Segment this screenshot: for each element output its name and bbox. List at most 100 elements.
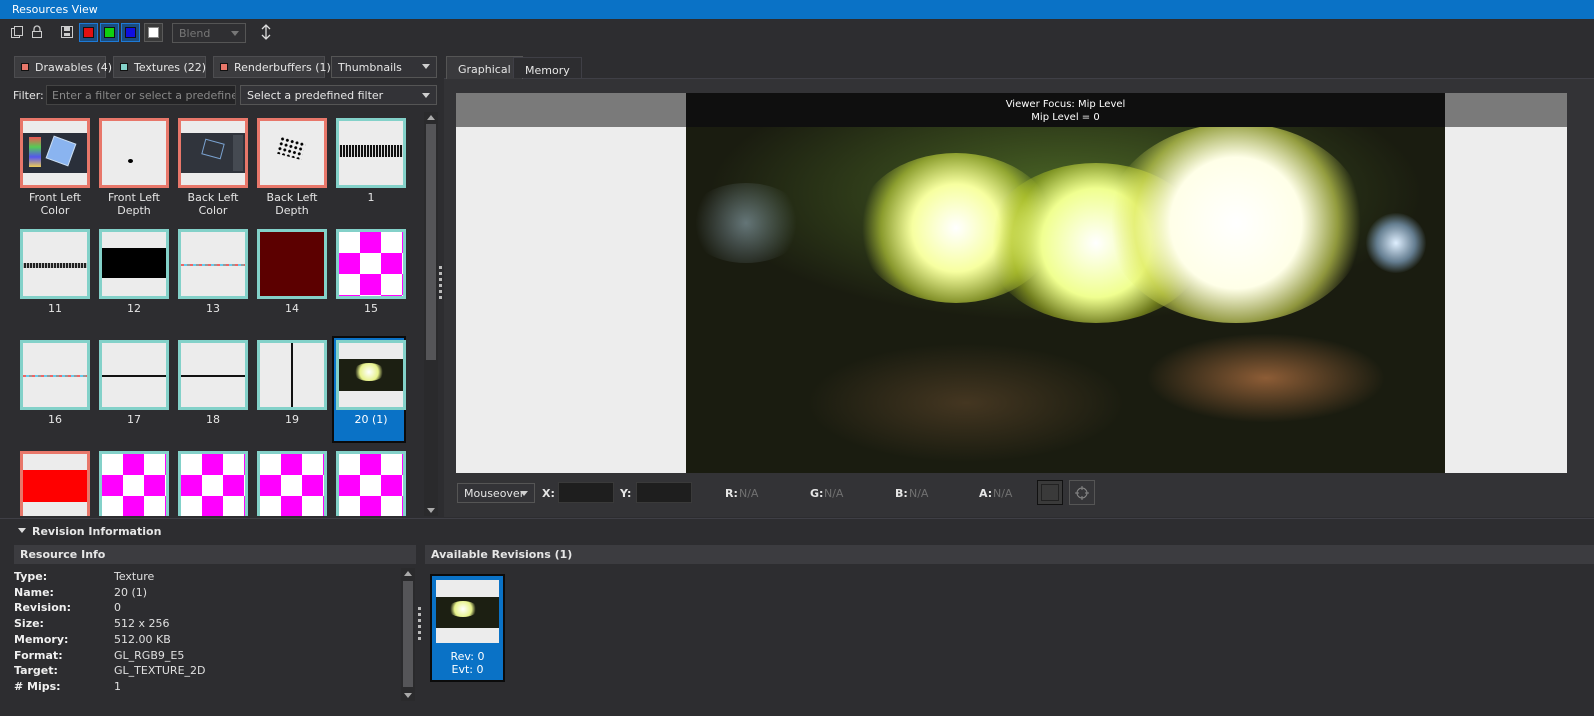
r-label: R: <box>725 487 738 500</box>
resource-thumbnail[interactable] <box>336 118 406 188</box>
y-label: Y: <box>620 487 632 500</box>
resource-thumbnail[interactable] <box>178 229 248 299</box>
resource-thumbnail[interactable] <box>257 340 327 410</box>
thumbnail-image <box>339 343 403 407</box>
blend-dropdown-value: Blend <box>179 27 211 40</box>
red-channel-icon[interactable] <box>79 23 98 42</box>
collapse-arrow-icon[interactable] <box>18 528 26 533</box>
resource-info-title: Resource Info <box>20 548 106 561</box>
resource-thumbnail[interactable] <box>178 451 248 516</box>
thumbnail-label: 16 <box>48 413 62 426</box>
info-scroll-up-icon[interactable] <box>404 571 412 576</box>
renderbuffers-label: Renderbuffers (1) <box>234 61 331 74</box>
thumbnail-image <box>102 343 166 407</box>
info-field-label: # Mips: <box>14 679 61 693</box>
renderbuffers-filter-button[interactable]: Renderbuffers (1) <box>213 56 331 78</box>
y-coordinate-field[interactable] <box>636 482 692 503</box>
textures-filter-button[interactable]: Textures (22) <box>113 56 206 78</box>
thumbnail-scrollbar[interactable] <box>424 112 438 516</box>
tab-memory[interactable]: Memory <box>513 57 582 78</box>
info-field-label: Format: <box>14 648 63 662</box>
resource-info-scrollbar[interactable] <box>401 568 415 701</box>
revision-information-header[interactable]: Revision Information <box>0 518 1594 542</box>
lock-icon[interactable] <box>28 23 46 41</box>
info-field-value: 0 <box>114 601 121 615</box>
view-mode-dropdown[interactable]: Thumbnails <box>331 56 437 78</box>
thumbnail-image <box>339 232 403 296</box>
resource-thumbnail[interactable] <box>99 340 169 410</box>
resource-thumbnail[interactable] <box>257 118 327 188</box>
new-window-icon[interactable] <box>8 23 26 41</box>
green-channel-icon[interactable] <box>100 23 119 42</box>
thumbnail-label: Front Left Depth <box>107 191 160 217</box>
mouseover-dropdown[interactable]: Mouseover <box>457 483 535 503</box>
resource-thumbnail[interactable] <box>178 340 248 410</box>
revision-thumbnail <box>436 580 499 643</box>
thumbnail-label: 13 <box>206 302 220 315</box>
thumbnail-label: 14 <box>285 302 299 315</box>
a-label: A: <box>979 487 993 500</box>
resource-thumbnail[interactable] <box>99 451 169 516</box>
scroll-down-icon[interactable] <box>427 508 435 513</box>
revision-splitter-handle[interactable] <box>417 607 423 643</box>
resource-thumbnail[interactable] <box>336 451 406 516</box>
resource-thumbnail[interactable] <box>336 229 406 299</box>
resource-thumbnail[interactable] <box>178 118 248 188</box>
thumbnail-label: 15 <box>364 302 378 315</box>
resource-thumbnail[interactable] <box>99 229 169 299</box>
filter-input[interactable]: Enter a filter or select a predefined on… <box>46 85 236 105</box>
thumbnail-image <box>260 121 324 185</box>
thumbnail-image <box>102 232 166 296</box>
scroll-up-icon[interactable] <box>427 115 435 120</box>
info-scrollbar-thumb[interactable] <box>403 581 413 687</box>
blend-dropdown[interactable]: Blend <box>172 23 246 43</box>
mouseover-value: Mouseover <box>464 487 525 500</box>
resource-thumbnail[interactable] <box>20 340 90 410</box>
resource-thumbnail[interactable] <box>20 118 90 188</box>
flip-vertical-icon[interactable] <box>257 23 275 41</box>
info-field-label: Revision: <box>14 601 71 615</box>
scrollbar-thumb[interactable] <box>426 124 436 360</box>
revision-evt-label: Evt: 0 <box>451 663 484 676</box>
filter-label: Filter: <box>13 89 44 102</box>
mip-level-text: Mip Level = 0 <box>1031 112 1100 123</box>
info-field-label: Target: <box>14 664 58 678</box>
revision-item[interactable]: Rev: 0 Evt: 0 <box>430 574 505 682</box>
thumbnail-image <box>23 232 87 296</box>
viewer-focus-text: Viewer Focus: Mip Level <box>1005 99 1126 110</box>
thumbnail-image <box>23 121 87 185</box>
alpha-channel-icon[interactable] <box>144 23 163 42</box>
drawables-filter-button[interactable]: Drawables (4) <box>14 56 112 78</box>
tab-graphical[interactable]: Graphical <box>446 56 523 79</box>
crosshair-icon[interactable] <box>1069 480 1095 505</box>
resource-thumbnail[interactable] <box>257 229 327 299</box>
window-title-bar: Resources View <box>0 0 1594 19</box>
info-field-value: GL_RGB9_E5 <box>114 648 185 662</box>
thumbnail-image <box>23 454 87 516</box>
resource-thumbnail[interactable] <box>20 451 90 516</box>
info-scroll-down-icon[interactable] <box>404 693 412 698</box>
blue-channel-icon[interactable] <box>121 23 140 42</box>
resource-thumbnail[interactable] <box>99 118 169 188</box>
info-field-value: GL_TEXTURE_2D <box>114 664 206 678</box>
view-mode-value: Thumbnails <box>338 61 402 74</box>
tab-graphical-label: Graphical <box>458 63 511 76</box>
resource-thumbnail[interactable] <box>336 340 406 410</box>
thumbnail-image <box>181 121 245 185</box>
thumbnail-image <box>339 454 403 516</box>
thumbnail-image <box>181 343 245 407</box>
resource-thumbnail[interactable] <box>20 229 90 299</box>
thumbnail-image <box>260 454 324 516</box>
resource-thumbnail[interactable] <box>257 451 327 516</box>
x-coordinate-field[interactable] <box>558 482 614 503</box>
predefined-filter-dropdown[interactable]: Select a predefined filter <box>240 85 437 105</box>
drawables-label: Drawables (4) <box>35 61 113 74</box>
b-value: N/A <box>909 487 929 500</box>
texture-image[interactable] <box>686 93 1445 473</box>
a-value: N/A <box>993 487 1013 500</box>
available-revisions-title: Available Revisions (1) <box>431 548 573 561</box>
pixel-color-swatch <box>1037 480 1063 505</box>
save-icon[interactable] <box>58 23 76 41</box>
tab-memory-label: Memory <box>525 64 570 77</box>
revision-rev-label: Rev: 0 <box>450 650 485 663</box>
